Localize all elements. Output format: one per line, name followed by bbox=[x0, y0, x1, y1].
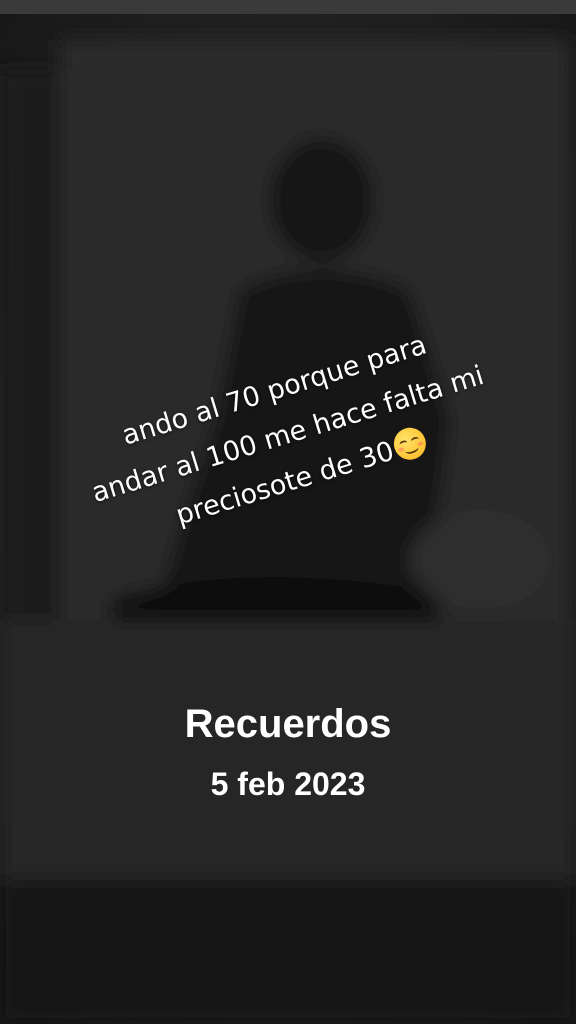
memories-date: 5 feb 2023 bbox=[210, 766, 366, 802]
smiling-face-icon bbox=[389, 423, 430, 464]
memories-title: Recuerdos bbox=[184, 702, 392, 746]
person-head bbox=[270, 138, 374, 262]
pillow-shape bbox=[410, 510, 550, 610]
bed-shape bbox=[0, 620, 576, 880]
floor-shape bbox=[0, 880, 576, 1024]
story-screen: ando al 70 porque para andar al 100 me h… bbox=[0, 0, 576, 1024]
